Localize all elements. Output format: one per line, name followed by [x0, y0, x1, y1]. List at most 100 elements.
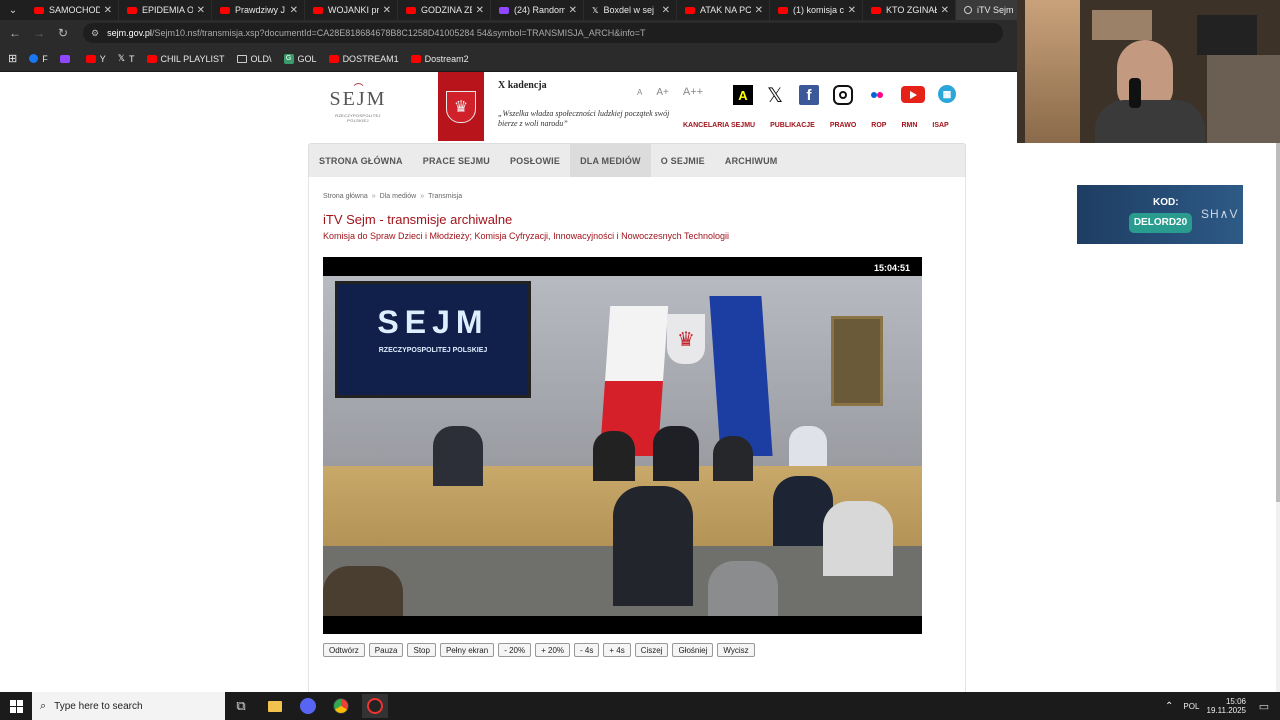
bookmark-item[interactable]: Dostream2: [410, 53, 469, 64]
tab-title: SAMOCHOD: [49, 5, 100, 15]
x-icon: 𝕏: [592, 5, 599, 15]
wall-emblem: ♛: [667, 314, 705, 364]
contrast-icon[interactable]: A: [733, 85, 753, 105]
nav-item[interactable]: DLA MEDIÓW: [570, 144, 651, 178]
nav-item[interactable]: POSŁOWIE: [500, 144, 570, 178]
player-control-button[interactable]: Pełny ekran: [439, 643, 495, 657]
browser-tab[interactable]: 𝕏 Boxdel w sej ✕: [584, 0, 677, 20]
player-control-button[interactable]: + 20%: [535, 643, 571, 657]
player-control-button[interactable]: Pauza: [368, 643, 404, 657]
discord-icon[interactable]: [297, 696, 319, 716]
close-tab-icon[interactable]: ✕: [941, 5, 949, 16]
close-tab-icon[interactable]: ✕: [290, 5, 298, 16]
flickr-icon[interactable]: [866, 84, 888, 106]
bookmark-item[interactable]: CHIL PLAYLIST: [146, 53, 225, 64]
player-control-button[interactable]: Głośniej: [672, 643, 714, 657]
browser-tab[interactable]: WOJANKI pr ✕: [305, 0, 398, 20]
forward-icon[interactable]: →: [27, 26, 51, 40]
player-control-button[interactable]: - 4s: [574, 643, 600, 657]
bookmark-item[interactable]: Y: [85, 53, 106, 64]
player-control-button[interactable]: Odtwórz: [323, 643, 365, 657]
page-scrollbar[interactable]: [1276, 72, 1280, 692]
logo-sub: RZECZYPOSPOLITEJ POLSKIEJ: [335, 113, 381, 123]
breadcrumb-separator: »: [420, 193, 425, 200]
taskbar-search[interactable]: ⌕ Type here to search: [32, 692, 225, 720]
browser-tab[interactable]: (24) Random ✕: [491, 0, 584, 20]
player-control-button[interactable]: Wycisz: [717, 643, 755, 657]
top-link[interactable]: PRAWO: [830, 122, 856, 129]
file-explorer-icon[interactable]: [264, 696, 286, 716]
back-icon[interactable]: ←: [3, 26, 27, 40]
x-icon[interactable]: 𝕏: [764, 84, 786, 107]
close-tab-icon[interactable]: ✕: [848, 5, 856, 16]
promo-label: KOD:: [1153, 197, 1179, 208]
webcam-overlay: [1017, 0, 1280, 143]
person: [789, 426, 827, 466]
bookmark-item[interactable]: G GOL: [283, 53, 317, 64]
tray-chevron-icon[interactable]: ⌃: [1165, 701, 1173, 712]
player-control-button[interactable]: Ciszej: [634, 643, 669, 657]
player-control-button[interactable]: - 20%: [498, 643, 532, 657]
youtube-icon[interactable]: [901, 86, 925, 103]
windows-start-icon[interactable]: [0, 692, 32, 720]
player-control-button[interactable]: + 4s: [603, 643, 631, 657]
browser-tab[interactable]: (1) komisja c ✕: [770, 0, 863, 20]
bookmark-item[interactable]: [59, 53, 74, 64]
nav-item[interactable]: O SEJMIE: [651, 144, 715, 178]
bookmark-item[interactable]: OLD\: [236, 53, 272, 64]
font-size-normal[interactable]: A: [637, 88, 642, 97]
top-link[interactable]: KANCELARIA SEJMU: [683, 122, 755, 129]
facebook-icon[interactable]: f: [799, 85, 819, 105]
logo-name: SEJM: [329, 88, 387, 110]
itv-icon[interactable]: ▦: [938, 85, 956, 103]
chrome-icon[interactable]: [330, 696, 352, 716]
bookmark-item[interactable]: DOSTREAM1: [328, 53, 399, 64]
notification-icon[interactable]: ▭: [1253, 696, 1275, 716]
x-icon: 𝕏: [117, 53, 125, 63]
instagram-icon[interactable]: [833, 85, 853, 105]
apps-icon[interactable]: ⊞: [8, 52, 17, 65]
browser-tab[interactable]: KTO ZGINAŁ ✕: [863, 0, 956, 20]
browser-tab[interactable]: Prawdziwy J ✕: [212, 0, 305, 20]
breadcrumb-media[interactable]: Dla mediów: [380, 193, 417, 200]
font-size-large[interactable]: A+: [656, 87, 669, 98]
obs-icon[interactable]: [362, 694, 388, 718]
youtube-icon: [34, 6, 44, 14]
browser-tab[interactable]: EPIDEMIA O ✕: [119, 0, 212, 20]
close-tab-icon[interactable]: ✕: [383, 5, 391, 16]
url-field[interactable]: ⚙ sejm.gov.pl/Sejm10.nsf/transmisja.xsp?…: [83, 23, 1003, 43]
browser-tab[interactable]: SAMOCHOD ✕: [26, 0, 119, 20]
video-player[interactable]: 15:04:51 SEJM RZECZYPOSPOLITEJ POLSKIEJ …: [323, 257, 922, 634]
browser-tab[interactable]: GODZINA ZE ✕: [398, 0, 491, 20]
close-tab-icon[interactable]: ✕: [569, 5, 577, 16]
bookmark-label: CHIL PLAYLIST: [160, 53, 225, 64]
close-tab-icon[interactable]: ✕: [197, 5, 205, 16]
close-tab-icon[interactable]: ✕: [476, 5, 484, 16]
player-control-button[interactable]: Stop: [407, 643, 436, 657]
tab-search-icon[interactable]: ⌄: [0, 0, 26, 20]
top-link[interactable]: ROP: [871, 122, 886, 129]
main-content: Strona główna» Dla mediów» Transmisja iTV …: [308, 177, 966, 692]
top-link[interactable]: RMN: [901, 122, 917, 129]
clock[interactable]: 15:06 19.11.2025: [1207, 692, 1246, 720]
close-tab-icon[interactable]: ✕: [104, 5, 112, 16]
nav-item[interactable]: PRACE SEJMU: [413, 144, 500, 178]
task-view-icon[interactable]: ⧉: [230, 696, 252, 716]
video-frame[interactable]: SEJM RZECZYPOSPOLITEJ POLSKIEJ ♛: [323, 276, 922, 616]
browser-tab[interactable]: ATAK NA PC ✕: [677, 0, 770, 20]
bookmark-item[interactable]: 𝕏T: [118, 53, 135, 64]
language-indicator[interactable]: POL: [1183, 702, 1199, 711]
nav-item[interactable]: STRONA GŁÓWNA: [309, 144, 413, 178]
font-size-xlarge[interactable]: A++: [683, 86, 703, 98]
close-tab-icon[interactable]: ✕: [662, 5, 670, 16]
reload-icon[interactable]: ↻: [51, 26, 75, 40]
breadcrumb-home[interactable]: Strona główna: [323, 193, 368, 200]
breadcrumb-current: Transmisja: [428, 193, 463, 200]
site-info-icon[interactable]: ⚙: [91, 28, 99, 39]
close-tab-icon[interactable]: ✕: [755, 5, 763, 16]
top-link[interactable]: PUBLIKACJE: [770, 122, 815, 129]
nav-item[interactable]: ARCHIWUM: [715, 144, 788, 178]
bookmark-item[interactable]: F: [29, 53, 48, 64]
top-link[interactable]: ISAP: [932, 122, 948, 129]
sejm-logo[interactable]: ⌒ SEJM RZECZYPOSPOLITEJ POLSKIEJ: [325, 80, 391, 123]
